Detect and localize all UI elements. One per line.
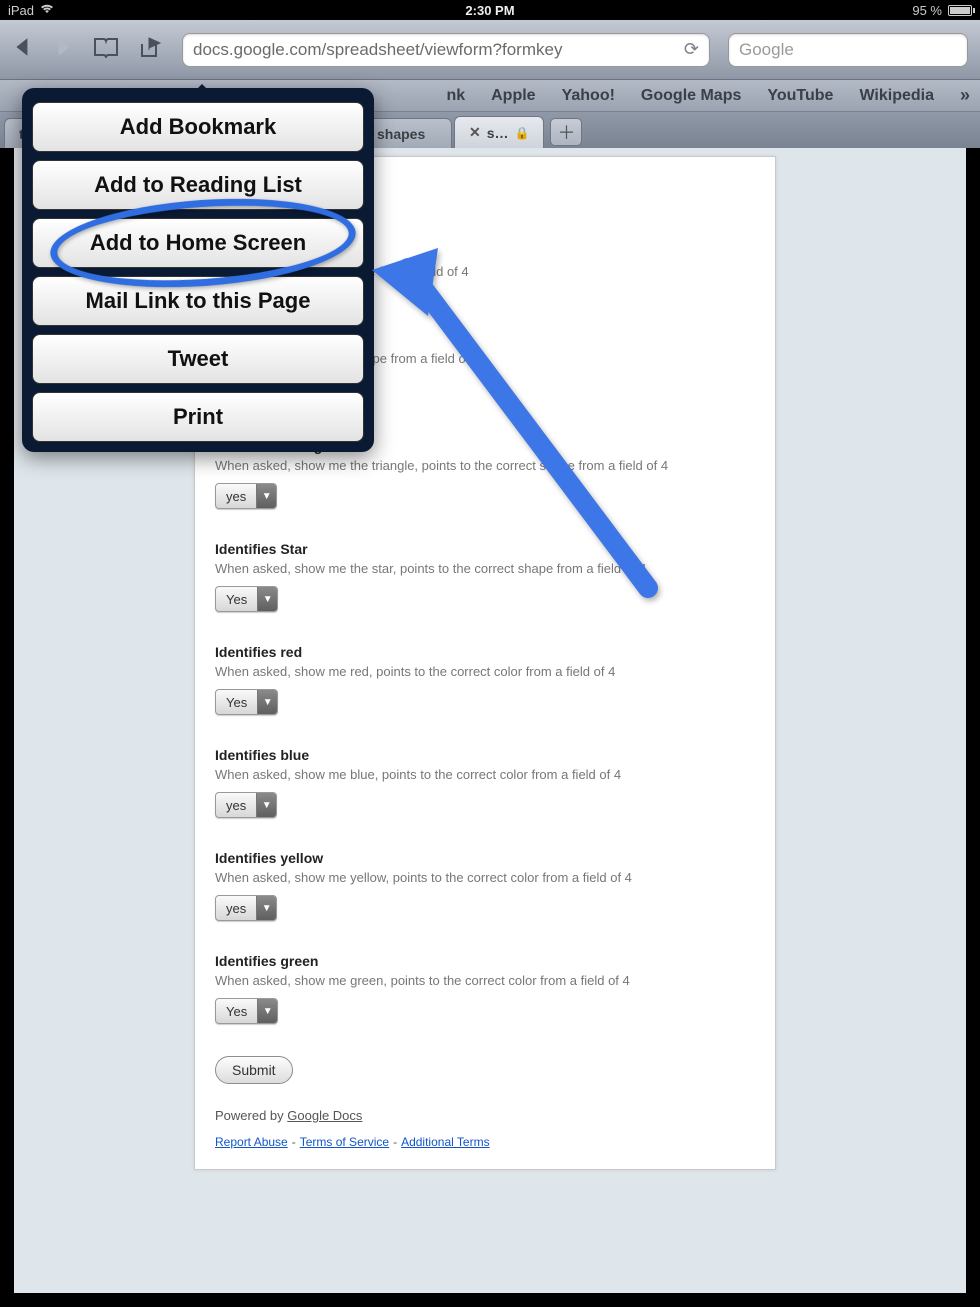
close-icon[interactable]: ✕ (469, 124, 481, 141)
chevron-down-icon: ▼ (256, 484, 276, 508)
field-help: When asked, show me red, points to the c… (215, 664, 755, 679)
field-select[interactable]: yes▼ (215, 483, 277, 509)
field-label: Identifies yellow (215, 850, 755, 866)
field-select[interactable]: Yes▼ (215, 998, 278, 1024)
new-tab-button[interactable]: ＋ (550, 118, 582, 146)
select-value: Yes (216, 587, 257, 611)
field-label: Identifies red (215, 644, 755, 660)
tos-link[interactable]: Terms of Service (300, 1135, 389, 1149)
mail-link-button[interactable]: Mail Link to this Page (32, 276, 364, 326)
reload-icon[interactable]: ⟳ (684, 39, 699, 60)
form-field: Identifies green When asked, show me gree… (215, 953, 755, 1024)
tab-label: shapes (377, 126, 425, 142)
bookmark-item[interactable]: Apple (491, 87, 535, 105)
bookmark-item[interactable]: Google Maps (641, 87, 741, 105)
form-field: Identifies red When asked, show me red, p… (215, 644, 755, 715)
field-select[interactable]: Yes▼ (215, 586, 278, 612)
footer-links: Report Abuse-Terms of Service-Additional… (215, 1135, 755, 1149)
select-value: yes (216, 896, 256, 920)
additional-terms-link[interactable]: Additional Terms (401, 1135, 490, 1149)
add-bookmark-button[interactable]: Add Bookmark (32, 102, 364, 152)
bookmarks-button[interactable] (92, 36, 120, 64)
tab-label: s… (487, 125, 509, 141)
tweet-button[interactable]: Tweet (32, 334, 364, 384)
select-value: yes (216, 793, 256, 817)
tab[interactable]: shapes (362, 118, 452, 148)
print-button[interactable]: Print (32, 392, 364, 442)
url-text: docs.google.com/spreadsheet/viewform?for… (193, 40, 678, 60)
url-field[interactable]: docs.google.com/spreadsheet/viewform?for… (182, 33, 710, 67)
add-reading-list-button[interactable]: Add to Reading List (32, 160, 364, 210)
field-label: Identifies Star (215, 541, 755, 557)
wifi-icon (40, 3, 54, 17)
bookmark-item[interactable]: nk (446, 87, 465, 105)
search-placeholder: Google (739, 40, 794, 60)
select-value: Yes (216, 999, 257, 1023)
form-field: Identifies yellow When asked, show me yel… (215, 850, 755, 921)
report-abuse-link[interactable]: Report Abuse (215, 1135, 288, 1149)
select-value: yes (216, 484, 256, 508)
status-left: iPad (8, 3, 54, 18)
ipad-screen: iPad 2:30 PM 95 % docs.google.com/spread… (0, 0, 980, 1307)
clock: 2:30 PM (465, 3, 514, 18)
search-field[interactable]: Google (728, 33, 968, 67)
status-bar: iPad 2:30 PM 95 % (0, 0, 980, 20)
chevron-down-icon: ▼ (256, 896, 276, 920)
lock-icon: 🔒 (515, 126, 530, 140)
chevron-down-icon: ▼ (257, 690, 277, 714)
bookmarks-overflow-icon[interactable]: » (960, 85, 970, 106)
status-right: 95 % (912, 3, 972, 18)
powered-prefix: Powered by (215, 1108, 287, 1123)
select-value: Yes (216, 690, 257, 714)
form-field: Identifies Star When asked, show me the s… (215, 541, 755, 612)
bookmark-item[interactable]: Wikipedia (859, 87, 934, 105)
chevron-down-icon: ▼ (257, 587, 277, 611)
battery-percent: 95 % (912, 3, 942, 18)
field-help: When asked, show me the star, points to … (215, 561, 755, 576)
share-button[interactable] (138, 36, 164, 64)
field-select[interactable]: yes▼ (215, 792, 277, 818)
device-label: iPad (8, 3, 34, 18)
browser-toolbar: docs.google.com/spreadsheet/viewform?for… (0, 20, 980, 80)
powered-by: Powered by Google Docs (215, 1108, 755, 1123)
field-label: Identifies blue (215, 747, 755, 763)
chevron-down-icon: ▼ (256, 793, 276, 817)
forward-button[interactable] (52, 36, 74, 64)
battery-icon (948, 5, 972, 16)
add-home-screen-button[interactable]: Add to Home Screen (32, 218, 364, 268)
share-popover: Add Bookmark Add to Reading List Add to … (22, 88, 374, 452)
bookmark-item[interactable]: Yahoo! (562, 87, 615, 105)
form-field: Identifies blue When asked, show me blue,… (215, 747, 755, 818)
chevron-down-icon: ▼ (257, 999, 277, 1023)
bookmark-item[interactable]: YouTube (767, 87, 833, 105)
field-help: When asked, show me green, points to the… (215, 973, 755, 988)
field-label: Identifies green (215, 953, 755, 969)
google-docs-link[interactable]: Google Docs (287, 1108, 362, 1123)
field-help: When asked, show me blue, points to the … (215, 767, 755, 782)
field-help: When asked, show me the triangle, points… (215, 458, 755, 473)
field-select[interactable]: Yes▼ (215, 689, 278, 715)
field-help: When asked, show me yellow, points to th… (215, 870, 755, 885)
back-button[interactable] (12, 36, 34, 64)
field-select[interactable]: yes▼ (215, 895, 277, 921)
tab-active[interactable]: ✕ s… 🔒 (454, 116, 544, 148)
submit-button[interactable]: Submit (215, 1056, 293, 1084)
